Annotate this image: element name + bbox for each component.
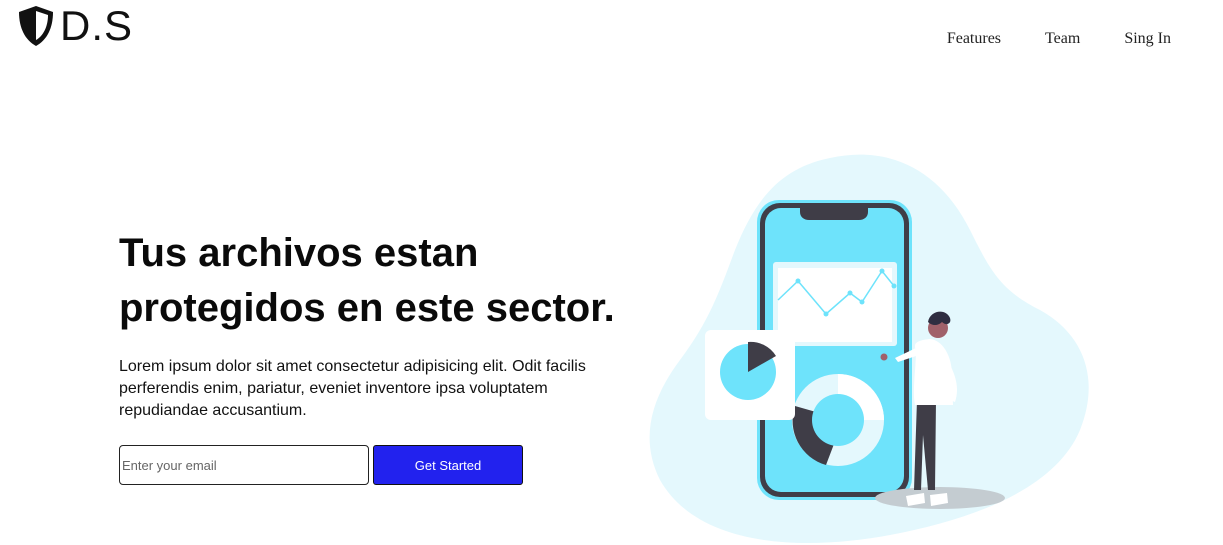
hero-illustration	[649, 154, 1089, 543]
nav-link-sign-in[interactable]: Sing In	[1124, 30, 1171, 48]
get-started-button[interactable]: Get Started	[373, 445, 523, 485]
email-input[interactable]	[119, 445, 369, 485]
hero-description: Lorem ipsum dolor sit amet consectetur a…	[119, 358, 586, 419]
hero-title: Tus archivos estan protegidos en este se…	[119, 231, 615, 330]
shield-icon	[19, 6, 53, 46]
brand-name: D.S	[60, 2, 134, 49]
nav-link-features[interactable]: Features	[947, 30, 1001, 48]
main-nav: Features Team Sing In	[903, 30, 1171, 48]
nav-link-team[interactable]: Team	[1045, 30, 1080, 48]
pie-chart-card	[705, 330, 795, 420]
brand-logo[interactable]: D.S	[16, 4, 133, 48]
